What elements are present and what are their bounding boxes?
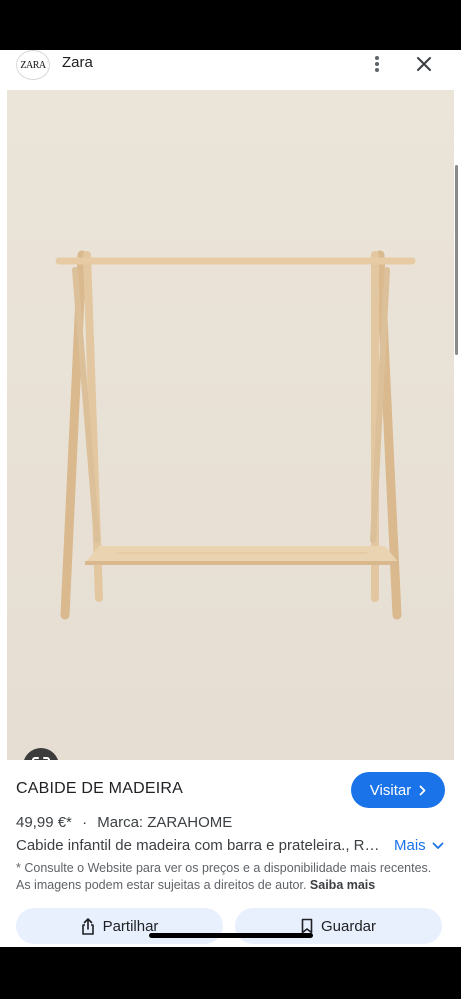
panel-header: ZARA Zara — [0, 50, 461, 90]
chevron-down-icon — [432, 842, 444, 849]
site-name[interactable]: Zara — [62, 54, 93, 71]
more-button-label: Mais — [394, 837, 426, 854]
share-icon — [81, 917, 94, 935]
bottom-bar-area — [0, 947, 461, 999]
scrollbar[interactable] — [455, 165, 458, 355]
status-bar-area — [0, 0, 461, 50]
bookmark-icon — [301, 918, 313, 934]
result-panel: ZARA Zara CABIDE DE MADEIRA Visitar 49,9… — [0, 50, 461, 947]
share-button-label: Partilhar — [102, 917, 159, 935]
visit-button[interactable]: Visitar — [351, 772, 445, 808]
chevron-right-icon — [419, 785, 426, 795]
separator: · — [82, 814, 88, 831]
product-title: CABIDE DE MADEIRA — [16, 780, 183, 797]
clothes-rack-illustration — [7, 90, 454, 760]
product-description: Cabide infantil de madeira com barra e p… — [16, 837, 386, 854]
home-indicator[interactable] — [149, 933, 313, 938]
save-button[interactable]: Guardar — [235, 908, 442, 944]
price-brand-row: 49,99 €* · Marca: ZARAHOME — [16, 814, 232, 831]
learn-more-link[interactable]: Saiba mais — [310, 878, 375, 892]
share-button[interactable]: Partilhar — [16, 908, 223, 944]
site-logo-text: ZARA — [20, 59, 46, 71]
more-vert-icon[interactable] — [366, 52, 388, 76]
product-price: 49,99 €* — [16, 814, 72, 831]
more-button[interactable]: Mais — [394, 837, 444, 854]
site-logo: ZARA — [16, 50, 50, 80]
close-icon[interactable] — [412, 52, 436, 76]
price-notice: * Consulte o Website para ver os preços … — [16, 860, 446, 894]
save-button-label: Guardar — [320, 917, 377, 935]
product-image[interactable] — [7, 90, 454, 760]
product-brand: Marca: ZARAHOME — [97, 814, 233, 831]
visit-button-label: Visitar — [369, 781, 412, 799]
